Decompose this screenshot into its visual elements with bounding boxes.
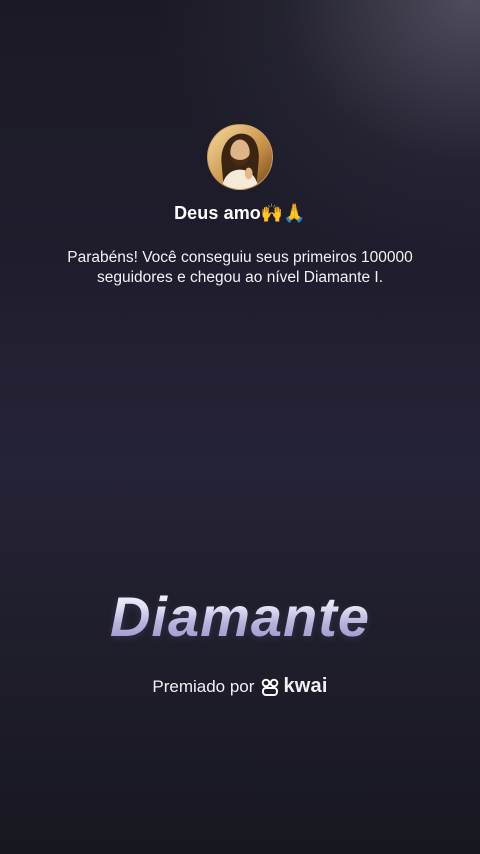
avatar-portrait-icon	[208, 125, 272, 189]
brand-name: kwai	[283, 675, 328, 697]
congratulations-message: Parabéns! Você conseguiu seus primeiros …	[40, 248, 440, 288]
message-line-2: seguidores e chegou ao nível Diamante I.	[96, 269, 384, 286]
award-prefix: Premiado por	[152, 676, 255, 696]
award-attribution: Premiado por kwai	[0, 675, 480, 698]
level-title: Diamante	[0, 584, 480, 649]
kwai-brand: kwai	[260, 675, 327, 698]
message-line-1: Parabéns! Você conseguiu seus primeiros …	[67, 249, 413, 266]
level-up-screen: Deus amo🙌🙏 Parabéns! Você conseguiu seus…	[0, 0, 480, 854]
avatar[interactable]	[207, 124, 273, 190]
kwai-logo-icon	[262, 678, 279, 696]
username: Deus amo🙌🙏	[174, 203, 306, 223]
